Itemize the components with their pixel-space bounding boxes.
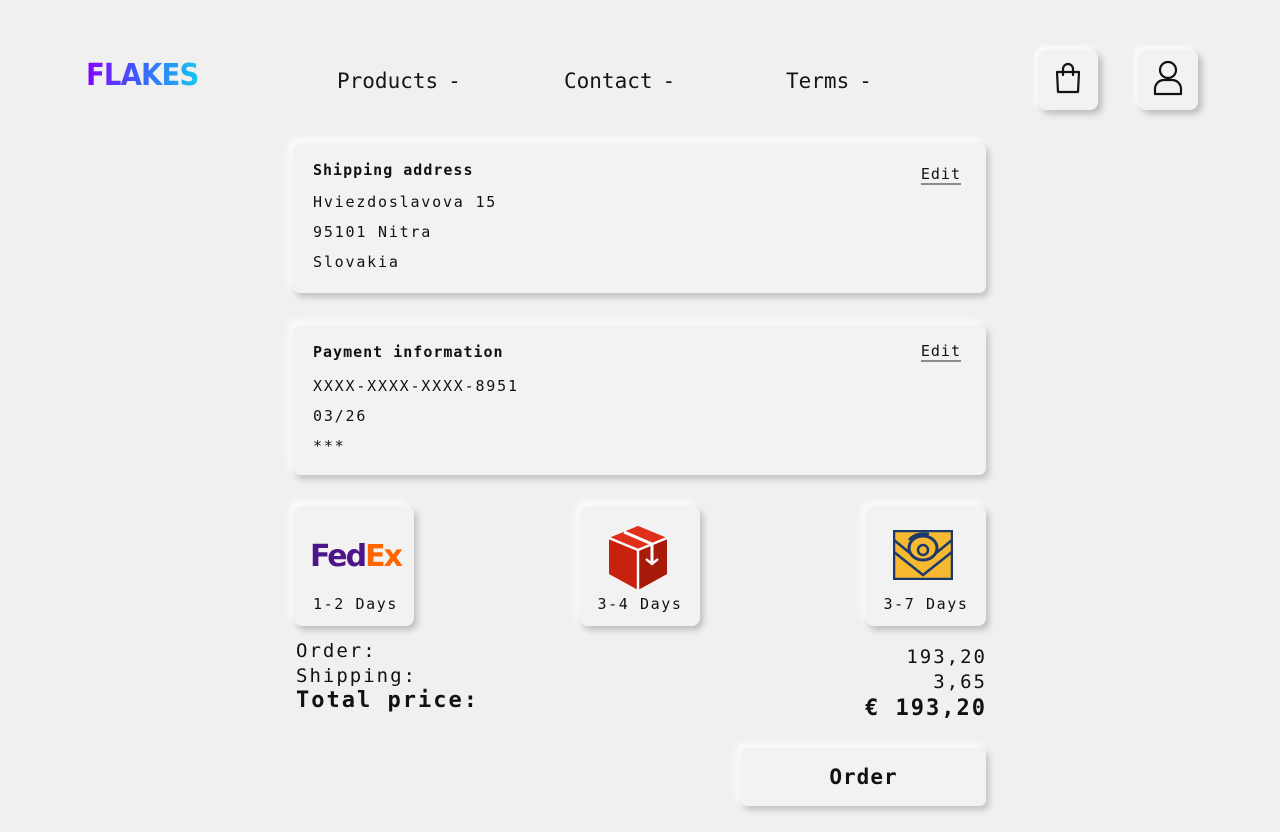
post-horn-logo [892,529,954,584]
shipping-option-post-days: 3-7 Days [883,595,969,613]
package-cube-logo [606,524,670,596]
shipping-option-fedex[interactable]: FedEx 1-2 Days [294,506,414,626]
nav-terms-label: Terms [786,69,850,93]
shipping-address-card: Shipping address Edit Hviezdoslavova 15 … [293,143,986,293]
card-expiry: 03/26 [313,407,368,425]
edit-payment-information-link[interactable]: Edit [920,343,961,362]
shopping-bag-icon [1054,62,1082,98]
account-button[interactable] [1138,50,1198,110]
nav-products-dropdown-icon: - [448,69,461,93]
nav-products-label: Products [337,69,439,93]
shipping-option-post[interactable]: 3-7 Days [866,506,986,626]
payment-information-title: Payment information [313,343,504,361]
order-button[interactable]: Order [741,748,986,806]
nav-terms-dropdown-icon: - [859,69,872,93]
shipping-option-fedex-days: 1-2 Days [313,595,399,613]
total-price-value: € 193,20 [865,696,987,721]
payment-information-card: Payment information Edit XXXX-XXXX-XXXX-… [293,325,986,475]
user-icon [1152,60,1184,100]
shipping-option-package[interactable]: 3-4 Days [580,506,700,626]
order-subtotal-value: 193,20 [906,646,987,668]
shipping-option-package-days: 3-4 Days [597,595,683,613]
total-price-label: Total price: [296,688,479,713]
address-street: Hviezdoslavova 15 [313,193,498,211]
nav-contact[interactable]: Contact - [564,64,675,98]
shipping-cost-label: Shipping: [296,665,417,687]
shipping-cost-value: 3,65 [933,671,987,693]
address-city: 95101 Nitra [313,223,433,241]
cart-button[interactable] [1038,50,1098,110]
shipping-address-title: Shipping address [313,161,474,179]
brand-logo[interactable]: FLAKES [86,58,198,94]
card-number: XXXX-XXXX-XXXX-8951 [313,377,519,395]
nav-contact-label: Contact [564,69,653,93]
order-subtotal-label: Order: [296,640,377,662]
address-country: Slovakia [313,253,400,271]
card-cvv: *** [313,437,346,455]
nav-terms[interactable]: Terms - [786,64,872,98]
nav-products[interactable]: Products - [337,64,461,98]
fedex-logo: FedEx [310,539,403,574]
edit-shipping-address-link[interactable]: Edit [920,166,961,185]
nav-contact-dropdown-icon: - [662,69,676,93]
